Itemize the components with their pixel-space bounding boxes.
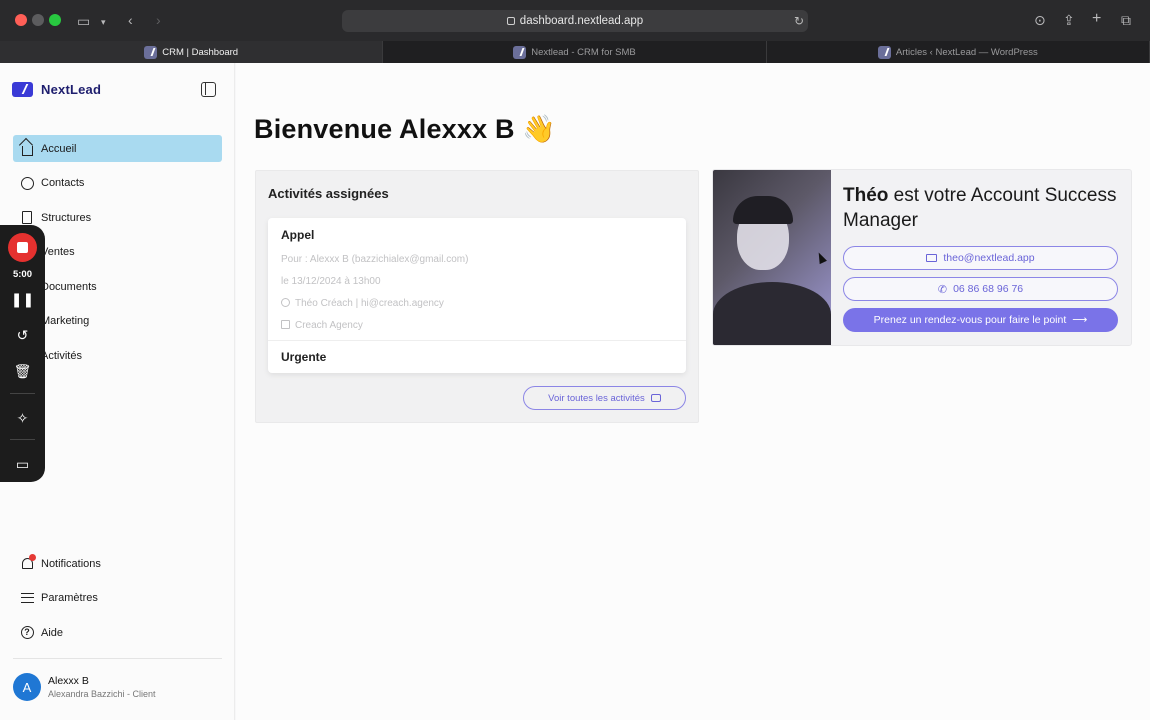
forward-icon[interactable]: › (156, 13, 161, 27)
nextlead-favicon-icon (144, 45, 158, 59)
activity-type: Appel (281, 228, 315, 242)
tab-bar: CRM | Dashboard Nextlead - CRM for SMB A… (0, 41, 1150, 63)
nextlead-favicon-icon (877, 45, 891, 59)
sliders-icon (20, 591, 34, 605)
tab-crm-dashboard[interactable]: CRM | Dashboard (0, 41, 384, 63)
chevron-down-icon[interactable]: ▾ (101, 15, 106, 29)
activity-date: le 13/12/2024 à 13h00 (281, 276, 381, 287)
sidebar-item-label: Structures (41, 211, 92, 224)
phone-icon: ✆ (937, 283, 948, 296)
draw-effects-icon[interactable]: ✧ (0, 411, 45, 425)
url-text: dashboard.nextlead.app (519, 15, 644, 27)
logo[interactable]: NextLead (12, 82, 101, 97)
sidebar-item-parametres[interactable]: Paramètres (13, 585, 222, 612)
screen-recorder-panel: 5:00 ❚❚ ↺ 🗑 ✧ ▭ (0, 225, 45, 482)
back-icon[interactable]: ‹ (128, 13, 133, 27)
trash-icon[interactable]: 🗑 (0, 364, 45, 378)
camera-icon[interactable]: ▭ (0, 457, 45, 471)
see-all-activities-button[interactable]: Voir toutes les activités (523, 386, 686, 410)
tab-nextlead-crm[interactable]: Nextlead - CRM for SMB (383, 41, 767, 63)
stop-recording-button[interactable] (8, 233, 37, 262)
account-manager-text: Théo est votre Account Success Manager (843, 185, 1117, 231)
mail-icon (926, 254, 938, 262)
email-button[interactable]: theo@nextlead.app (843, 246, 1118, 270)
assigned-activities-panel: Activités assignées Appel Pour : Alexxx … (255, 170, 699, 423)
sidebar-item-label: Paramètres (41, 592, 98, 604)
divider (10, 439, 35, 440)
pause-icon[interactable]: ❚❚ (0, 292, 45, 306)
user-role: Alexandra Bazzichi - Client (48, 689, 156, 699)
account-manager-photo (713, 170, 831, 345)
window-minimize-button[interactable] (32, 14, 44, 26)
phone-button[interactable]: ✆ 06 86 68 96 76 (843, 277, 1118, 301)
download-icon[interactable]: ⊙ (1034, 13, 1046, 27)
sidebar-item-label: Activités (41, 349, 82, 362)
sidebar-item-contacts[interactable]: Contacts (13, 170, 222, 197)
reload-icon[interactable]: ↻ (794, 10, 804, 32)
building-icon (281, 320, 290, 329)
sidebar-item-aide[interactable]: ? Aide (13, 619, 222, 646)
browser-chrome: ▭ ▾ ‹ › dashboard.nextlead.app ↻ ⊙ ⇪ + ⧉… (0, 0, 1150, 63)
bell-icon (20, 553, 36, 571)
activities-title: Activités assignées (268, 186, 389, 201)
restart-icon[interactable]: ↺ (0, 328, 45, 342)
logo-text: NextLead (41, 82, 102, 97)
book-meeting-button[interactable]: Prenez un rendez-vous pour faire le poin… (843, 308, 1118, 332)
sidebar-toggle-icon[interactable]: ▭ (77, 14, 90, 28)
help-icon: ? (20, 626, 34, 640)
activity-priority: Urgente (281, 350, 327, 364)
nextlead-logo-icon (12, 82, 33, 97)
handshake-icon (650, 394, 661, 402)
tab-wordpress-articles[interactable]: Articles ‹ NextLead — WordPress (767, 41, 1150, 63)
sidebar-item-label: Contacts (41, 177, 85, 189)
bottom-nav: Notifications Paramètres ? Aide (13, 550, 222, 654)
sidebar-item-label: Accueil (41, 142, 77, 155)
sidebar-item-label: Ventes (41, 246, 75, 258)
building-icon (20, 211, 34, 225)
divider (268, 340, 686, 341)
user-name: Alexxx B (48, 675, 89, 687)
window-maximize-button[interactable] (49, 14, 61, 26)
activity-owner: Théo Créach | hi@creach.agency (281, 298, 444, 309)
divider (13, 658, 222, 659)
lock-icon (506, 17, 515, 25)
main-content: Bienvenue Alexxx B 👋 Activités assignées… (236, 63, 1150, 720)
home-icon (20, 142, 34, 156)
sidebar-item-accueil[interactable]: Accueil (13, 135, 222, 162)
sidebar-item-label: Aide (41, 626, 64, 639)
account-manager-card: Théo est votre Account Success Manager t… (712, 169, 1132, 346)
user-profile[interactable]: A Alexxx B Alexandra Bazzichi - Client (13, 673, 156, 701)
activity-card[interactable]: Appel Pour : Alexxx B (bazzichialex@gmai… (268, 218, 686, 373)
share-icon[interactable]: ⇪ (1063, 13, 1075, 27)
user-circle-icon (281, 298, 290, 307)
activity-company: Creach Agency (281, 320, 363, 331)
tab-overview-icon[interactable]: ⧉ (1121, 13, 1131, 27)
window-close-button[interactable] (15, 14, 27, 26)
sidebar-item-notifications[interactable]: Notifications (13, 550, 222, 577)
sidebar-item-label: Documents (41, 280, 97, 293)
activity-for: Pour : Alexxx B (bazzichialex@gmail.com) (281, 254, 469, 265)
user-circle-icon (20, 176, 34, 190)
divider (10, 393, 35, 394)
sidebar-item-structures[interactable]: Structures (13, 204, 222, 231)
address-bar[interactable]: dashboard.nextlead.app ↻ (342, 10, 808, 32)
page-title: Bienvenue Alexxx B 👋 (254, 114, 557, 144)
notification-dot (29, 553, 36, 561)
collapse-sidebar-icon[interactable] (201, 82, 216, 97)
recording-timer: 5:00 (12, 269, 32, 280)
arrow-right-icon: ⟶ (1072, 314, 1088, 326)
sidebar-item-label: Notifications (41, 557, 101, 570)
nextlead-favicon-icon (513, 45, 527, 59)
new-tab-icon[interactable]: + (1092, 11, 1101, 27)
sidebar-item-label: Marketing (41, 315, 90, 327)
avatar: A (13, 673, 41, 701)
